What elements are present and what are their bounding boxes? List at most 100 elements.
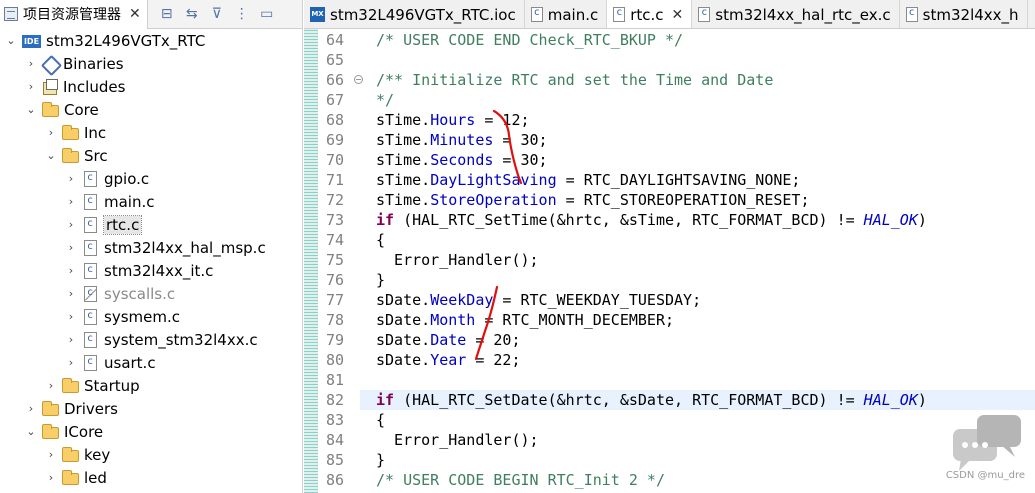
chevron-right-icon[interactable]: ›: [64, 264, 78, 277]
tree-item[interactable]: › syscalls.c: [64, 282, 175, 305]
tree-item[interactable]: › system_stm32l4xx.c: [64, 328, 258, 351]
chevron-right-icon[interactable]: ›: [44, 126, 58, 139]
chevron-right-icon[interactable]: ›: [24, 57, 38, 70]
minimize-icon[interactable]: ▭: [258, 5, 276, 23]
explorer-header: 项目资源管理器 ✕ ⊟ ⇆ ⊽ ⋮ ▭: [0, 0, 302, 29]
folder-icon: [62, 147, 79, 163]
editor-tab[interactable]: rtc.c ✕: [607, 0, 693, 28]
line-number: 69: [326, 131, 345, 149]
code-line[interactable]: /* USER CODE END Check_RTC_BKUP */: [360, 30, 1035, 50]
ide-project-icon: [22, 34, 41, 48]
tree-item[interactable]: › Includes: [24, 75, 126, 98]
tree-item[interactable]: ⌄ stm32L496VGTx_RTC: [4, 29, 205, 52]
collapse-all-icon[interactable]: ⊟: [158, 5, 176, 23]
chevron-down-icon[interactable]: ⌄: [24, 103, 38, 116]
code-token: HAL_OK: [863, 391, 918, 409]
chevron-right-icon[interactable]: ›: [64, 218, 78, 231]
code-line[interactable]: sTime.StoreOperation = RTC_STOREOPERATIO…: [360, 190, 1035, 210]
code-line[interactable]: sTime.Seconds = 30;: [360, 150, 1035, 170]
change-ruler: [304, 29, 318, 493]
view-menu-icon[interactable]: ⋮: [233, 5, 251, 23]
chevron-down-icon[interactable]: ⌄: [44, 149, 58, 162]
code-editor[interactable]: 64 65 66−67 68 69 70 71 72 73 74 75 76 77 78 79 80 81 82 8…: [304, 29, 1035, 493]
tree-item[interactable]: › Startup: [44, 374, 140, 397]
code-line[interactable]: sDate.WeekDay = RTC_WEEKDAY_TUESDAY;: [360, 290, 1035, 310]
chevron-right-icon[interactable]: ›: [64, 172, 78, 185]
watermark-text: CSDN @mu_dre: [945, 470, 1025, 481]
code-token: sTime.: [376, 191, 431, 209]
line-number: 80: [326, 351, 345, 369]
tree-item[interactable]: › sysmem.c: [64, 305, 180, 328]
chevron-right-icon[interactable]: ›: [64, 356, 78, 369]
tree-item[interactable]: › rtc.c: [64, 213, 143, 236]
tree-item[interactable]: ⌄ Src: [44, 144, 107, 167]
explorer-tab[interactable]: 项目资源管理器 ✕: [0, 0, 148, 29]
chevron-right-icon[interactable]: ›: [64, 287, 78, 300]
code-line[interactable]: sTime.DayLightSaving = RTC_DAYLIGHTSAVIN…: [360, 170, 1035, 190]
chevron-right-icon[interactable]: ›: [64, 241, 78, 254]
code-line[interactable]: /* USER CODE BEGIN RTC_Init 2 */: [360, 470, 1035, 490]
tree-item[interactable]: › main.c: [64, 190, 155, 213]
tree-item[interactable]: ⌄ Core: [24, 98, 98, 121]
chevron-right-icon[interactable]: ›: [64, 333, 78, 346]
folder-icon: [42, 423, 59, 439]
editor-tab[interactable]: stm32l4xx_h: [900, 0, 1028, 28]
code-line[interactable]: sTime.Minutes = 30;: [360, 130, 1035, 150]
tree-item[interactable]: › usart.c: [64, 351, 156, 374]
code-line[interactable]: /** Initialize RTC and set the Time and …: [360, 70, 1035, 90]
tree-item[interactable]: › stm32l4xx_it.c: [64, 259, 214, 282]
tree-item[interactable]: › gpio.c: [64, 167, 149, 190]
tree-item-label: stm32l4xx_it.c: [104, 261, 214, 280]
code-line[interactable]: if (HAL_RTC_SetTime(&hrtc, &sTime, RTC_F…: [360, 210, 1035, 230]
code-line[interactable]: {: [360, 230, 1035, 250]
chevron-right-icon[interactable]: ›: [64, 310, 78, 323]
explorer-toolbar: ⊟ ⇆ ⊽ ⋮ ▭: [158, 5, 276, 23]
close-icon[interactable]: ✕: [672, 7, 684, 23]
code-line[interactable]: sDate.Month = RTC_MONTH_DECEMBER;: [360, 310, 1035, 330]
code-token: /* USER CODE END Check_RTC_BKUP */: [376, 31, 684, 49]
tree-item[interactable]: › Inc: [44, 121, 106, 144]
code-line[interactable]: {: [360, 410, 1035, 430]
code-line[interactable]: sTime.Hours = 12;: [360, 110, 1035, 130]
chevron-right-icon[interactable]: ›: [24, 402, 38, 415]
code-line[interactable]: */: [360, 90, 1035, 110]
code-line[interactable]: }: [360, 450, 1035, 470]
chevron-right-icon[interactable]: ›: [44, 471, 58, 484]
line-number: 86: [326, 471, 345, 489]
editor-tab[interactable]: stm32l4xx_hal_rtc_ex.c: [692, 0, 900, 28]
editor-tab[interactable]: stm32L496VGTx_RTC.ioc: [304, 0, 525, 28]
chevron-right-icon[interactable]: ›: [64, 195, 78, 208]
project-explorer: 项目资源管理器 ✕ ⊟ ⇆ ⊽ ⋮ ▭ ⌄ stm32L496VGTx_RTC › Binar…: [0, 0, 303, 493]
code-token: Seconds: [430, 151, 494, 169]
chevron-right-icon[interactable]: ›: [44, 448, 58, 461]
c-file-icon: [84, 193, 97, 210]
line-number: 68: [326, 111, 345, 129]
tree-item[interactable]: › led: [44, 466, 107, 489]
code-line[interactable]: Error_Handler();: [360, 430, 1035, 450]
filter-icon[interactable]: ⊽: [208, 5, 226, 23]
tree-item-label: rtc.c: [102, 214, 143, 235]
code-token: DayLightSaving: [430, 171, 557, 189]
code-line[interactable]: Error_Handler();: [360, 250, 1035, 270]
chevron-down-icon[interactable]: ⌄: [24, 425, 38, 438]
editor-tab-label: stm32L496VGTx_RTC.ioc: [330, 5, 516, 24]
tree-item[interactable]: › Binaries: [24, 52, 124, 75]
tree-item[interactable]: › stm32l4xx_hal_msp.c: [64, 236, 266, 259]
code-token: = 30;: [493, 131, 548, 149]
code-line[interactable]: if (HAL_RTC_SetDate(&hrtc, &sDate, RTC_F…: [360, 390, 1035, 410]
code-area[interactable]: /* USER CODE END Check_RTC_BKUP */ /** In…: [360, 29, 1035, 493]
editor-tab[interactable]: main.c: [525, 0, 608, 28]
code-line[interactable]: }: [360, 270, 1035, 290]
code-line[interactable]: sDate.Date = 20;: [360, 330, 1035, 350]
code-line[interactable]: sDate.Year = 22;: [360, 350, 1035, 370]
chevron-right-icon[interactable]: ›: [44, 379, 58, 392]
code-line[interactable]: [360, 370, 1035, 390]
tree-item[interactable]: › Drivers: [24, 397, 118, 420]
code-line[interactable]: [360, 50, 1035, 70]
chevron-right-icon[interactable]: ›: [24, 80, 38, 93]
close-icon[interactable]: ✕: [129, 6, 141, 22]
tree-item[interactable]: ⌄ ICore: [24, 420, 103, 443]
chevron-down-icon[interactable]: ⌄: [4, 34, 18, 47]
tree-item[interactable]: › key: [44, 443, 110, 466]
link-with-editor-icon[interactable]: ⇆: [183, 5, 201, 23]
